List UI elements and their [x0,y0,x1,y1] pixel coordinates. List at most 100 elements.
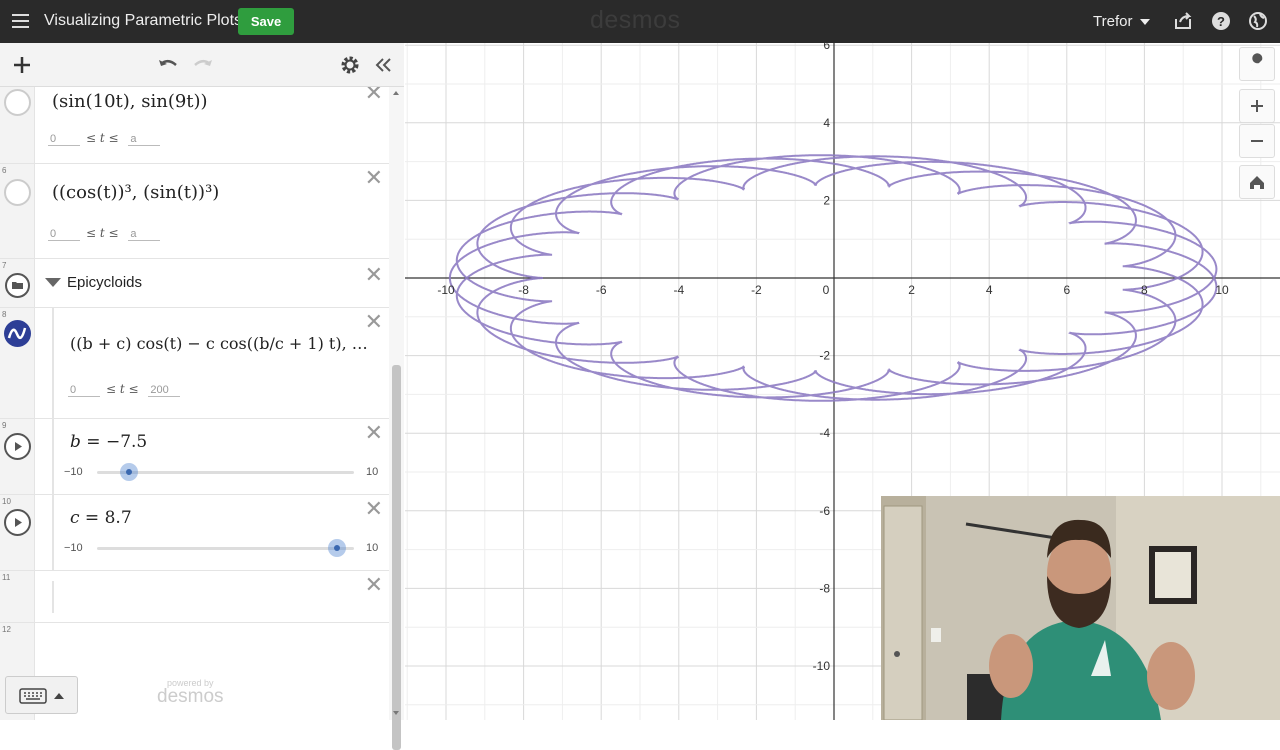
redo-icon[interactable] [192,55,212,75]
delete-folder-icon[interactable]: ✕ [365,265,383,287]
scroll-down-arrow-icon[interactable] [393,711,399,715]
delete-expression-icon[interactable]: ✕ [365,168,383,190]
x-tick-label: -10 [437,283,455,297]
domain-max-input[interactable]: a [128,228,161,241]
slider-equation[interactable]: c = 8.7 [70,508,132,528]
expression-gutter: 7 [0,259,35,307]
expression-number: 10 [2,497,11,506]
x-tick-label: 2 [908,283,915,297]
expression-toolbar [0,43,404,87]
powered-by-desmos-logo: powered by desmos [157,678,224,708]
folder-indent-line [52,581,54,613]
domain-max-input[interactable]: a [128,133,161,146]
expression-number: 11 [2,573,11,582]
folder-indent-line [52,495,54,571]
share-icon[interactable] [1173,11,1193,31]
globe-icon[interactable] [1248,11,1268,31]
slider-min-label[interactable]: −10 [64,466,83,478]
x-tick-label: -8 [518,283,529,297]
slider-thumb[interactable] [120,463,139,481]
domain-min-input[interactable]: 0 [68,384,100,397]
expression-math[interactable]: ((b + c) cos(t) − c cos((b/c + 1) t), … [70,334,368,353]
settings-gear-icon[interactable] [340,55,360,75]
slider-row-b[interactable]: 9 b = −7.5 −10 10 ✕ [0,419,389,495]
delete-expression-icon[interactable]: ✕ [365,575,383,597]
help-icon[interactable]: ? [1211,11,1231,31]
hidden-graph-toggle-icon[interactable] [4,89,31,116]
user-menu[interactable]: Trefor [1093,13,1132,30]
slider-thumb[interactable] [328,539,347,557]
scroll-up-arrow-icon[interactable] [393,91,399,95]
expression-number: 9 [2,421,7,430]
x-tick-label: -2 [751,283,762,297]
expression-number: 12 [2,625,11,634]
svg-text:?: ? [1217,14,1225,29]
slider-value[interactable]: −7.5 [106,432,147,452]
hidden-graph-toggle-icon[interactable] [4,179,31,206]
desmos-logo: desmos [590,6,681,34]
slider-variable: c [70,508,80,528]
expression-math[interactable]: ((cos(t))³, (sin(t))³) [52,182,219,203]
delete-expression-icon[interactable]: ✕ [365,87,383,105]
parameter-domain: 0 ≤ t ≤ 200 [68,382,186,397]
scrollbar-thumb[interactable] [392,365,401,750]
slider-variable: b [70,432,81,452]
domain-max-input[interactable]: 200 [148,384,181,397]
empty-expression-row[interactable]: 11 ✕ [0,571,389,623]
expression-list: (sin(10t), sin(9t)) 0 ≤ t ≤ a ✕ 6 ((cos(t… [0,87,389,720]
keypad-toggle-button[interactable] [5,676,78,714]
x-tick-label: 4 [986,283,993,297]
y-tick-label: -4 [819,426,830,440]
x-tick-label: -6 [596,283,607,297]
parameter-domain: 0 ≤ t ≤ a [48,131,166,146]
collapse-panel-icon[interactable] [373,55,393,75]
expression-number: 7 [2,261,7,270]
zoom-out-icon[interactable] [1239,124,1275,158]
delete-expression-icon[interactable]: ✕ [365,499,383,521]
slider-equation[interactable]: b = −7.5 [70,432,147,452]
x-tick-label: 6 [1063,283,1070,297]
y-tick-label: 4 [823,116,830,130]
delete-expression-icon[interactable]: ✕ [365,423,383,445]
expression-row[interactable]: 6 ((cos(t))³, (sin(t))³) 0 ≤ t ≤ a ✕ [0,164,389,259]
hamburger-menu-icon[interactable] [10,11,32,31]
slider-max-label[interactable]: 10 [366,542,378,554]
expression-number: 6 [2,166,7,175]
add-icon[interactable] [12,55,32,75]
play-icon[interactable] [4,433,31,460]
graph-title[interactable]: Visualizing Parametric Plots [44,12,242,30]
folder-icon[interactable] [5,273,30,298]
y-tick-label: -8 [819,581,830,595]
undo-icon[interactable] [157,55,177,75]
folder-collapse-caret-icon[interactable] [45,278,61,287]
slider-max-label[interactable]: 10 [366,466,378,478]
domain-min-input[interactable]: 0 [48,228,80,241]
domain-min-input[interactable]: 0 [48,133,80,146]
expression-gutter: 10 [0,495,35,570]
expression-row[interactable]: 8 ((b + c) cos(t) − c cos((b/c + 1) t), … [0,308,389,419]
y-tick-label: -10 [813,659,831,673]
caret-down-icon[interactable] [1140,19,1150,25]
slider-min-label[interactable]: −10 [64,542,83,554]
slider-track[interactable] [97,547,354,550]
delete-expression-icon[interactable]: ✕ [365,312,383,334]
home-icon[interactable] [1239,165,1275,199]
save-button[interactable]: Save [238,8,294,35]
folder-indent-line [52,419,54,495]
expression-row[interactable]: (sin(10t), sin(9t)) 0 ≤ t ≤ a ✕ [0,87,389,164]
y-tick-label: -6 [819,504,830,518]
expression-scrollbar[interactable] [389,87,404,750]
folder-indent-line [52,308,54,419]
play-icon[interactable] [4,509,31,536]
slider-row-c[interactable]: 10 c = 8.7 −10 10 ✕ [0,495,389,571]
slider-value[interactable]: 8.7 [105,508,132,528]
folder-row[interactable]: 7 Epicycloids ✕ [0,259,389,308]
zoom-in-icon[interactable] [1239,89,1275,123]
y-tick-label: -2 [819,349,830,363]
expression-math[interactable]: (sin(10t), sin(9t)) [52,91,208,112]
folder-title[interactable]: Epicycloids [67,274,142,291]
y-tick-label: 2 [823,193,830,207]
wrench-icon[interactable] [1239,47,1275,81]
expression-gutter: 6 [0,164,35,258]
parametric-graph-toggle-icon[interactable] [4,320,31,347]
